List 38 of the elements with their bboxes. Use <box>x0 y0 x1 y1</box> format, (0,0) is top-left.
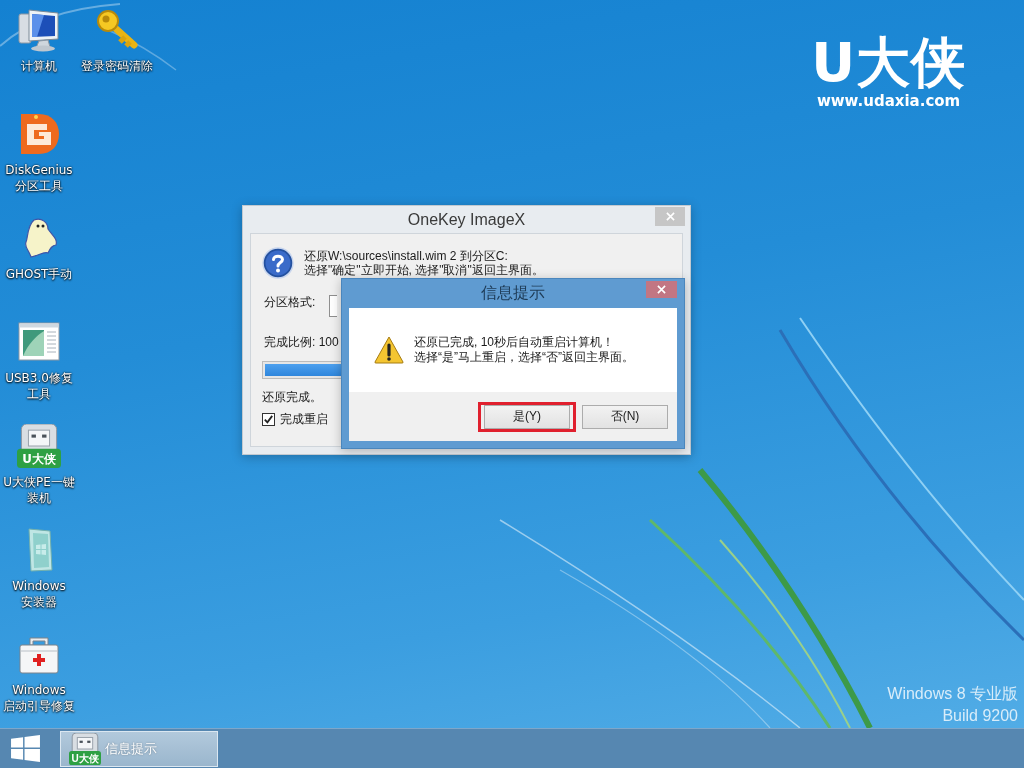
icon-label[interactable]: 计算机 <box>21 58 57 74</box>
message-text: 还原已完成, 10秒后自动重启计算机！ <box>414 335 615 350</box>
close-icon <box>657 285 666 294</box>
message-text: 选择"确定"立即开始, 选择"取消"返回主界面。 <box>304 263 544 277</box>
field-label: 分区格式: <box>264 294 316 310</box>
question-icon <box>262 247 294 279</box>
progress-label: 完成比例: 100 <box>264 335 339 349</box>
icon-label[interactable]: DiskGenius 分区工具 <box>5 162 73 194</box>
computer-icon[interactable] <box>17 8 61 52</box>
taskbar-label: 信息提示 <box>105 739 157 758</box>
icon-label[interactable]: GHOST手动 <box>5 266 73 282</box>
icon-label[interactable]: Windows 安装器 <box>12 578 66 610</box>
dropdown-field[interactable] <box>329 295 338 317</box>
window-panes-icon <box>10 735 40 762</box>
icon-label[interactable]: Windows 启动引导修复 <box>3 682 75 714</box>
taskbar-button[interactable]: U大侠 信息提示 <box>60 730 218 767</box>
window-icon[interactable] <box>17 320 61 364</box>
dialog-button[interactable]: 否(N) <box>582 404 668 429</box>
checkbox[interactable] <box>262 412 275 426</box>
logo-text: U大侠 <box>811 34 966 92</box>
icon-label[interactable]: U大侠PE一键 装机 <box>3 474 75 506</box>
edition-text: Build 9200 <box>942 706 1018 726</box>
warning-icon <box>374 336 404 364</box>
logo-url: www.udaxia.com <box>816 92 961 110</box>
message-text: 还原W:\sources\install.wim 2 到分区C: <box>304 249 509 263</box>
window-title: OneKey ImageX <box>407 210 526 229</box>
close-button[interactable] <box>646 281 677 298</box>
message-text: 选择“是”马上重启，选择“否”返回主界面。 <box>414 350 634 365</box>
icon-label[interactable]: 登录密码清除 <box>81 58 153 74</box>
status-text: 还原完成。 <box>262 390 322 404</box>
edition-text: Windows 8 专业版 <box>887 684 1018 704</box>
check-icon <box>264 414 273 424</box>
close-icon <box>665 212 675 221</box>
dialog-button[interactable]: 是(Y) <box>484 404 570 429</box>
checkbox-label[interactable]: 完成重启 <box>280 412 328 426</box>
icon-label[interactable]: USB3.0修复 工具 <box>5 370 73 402</box>
dialog-title: 信息提示 <box>481 283 545 303</box>
key-icon[interactable] <box>95 8 139 52</box>
